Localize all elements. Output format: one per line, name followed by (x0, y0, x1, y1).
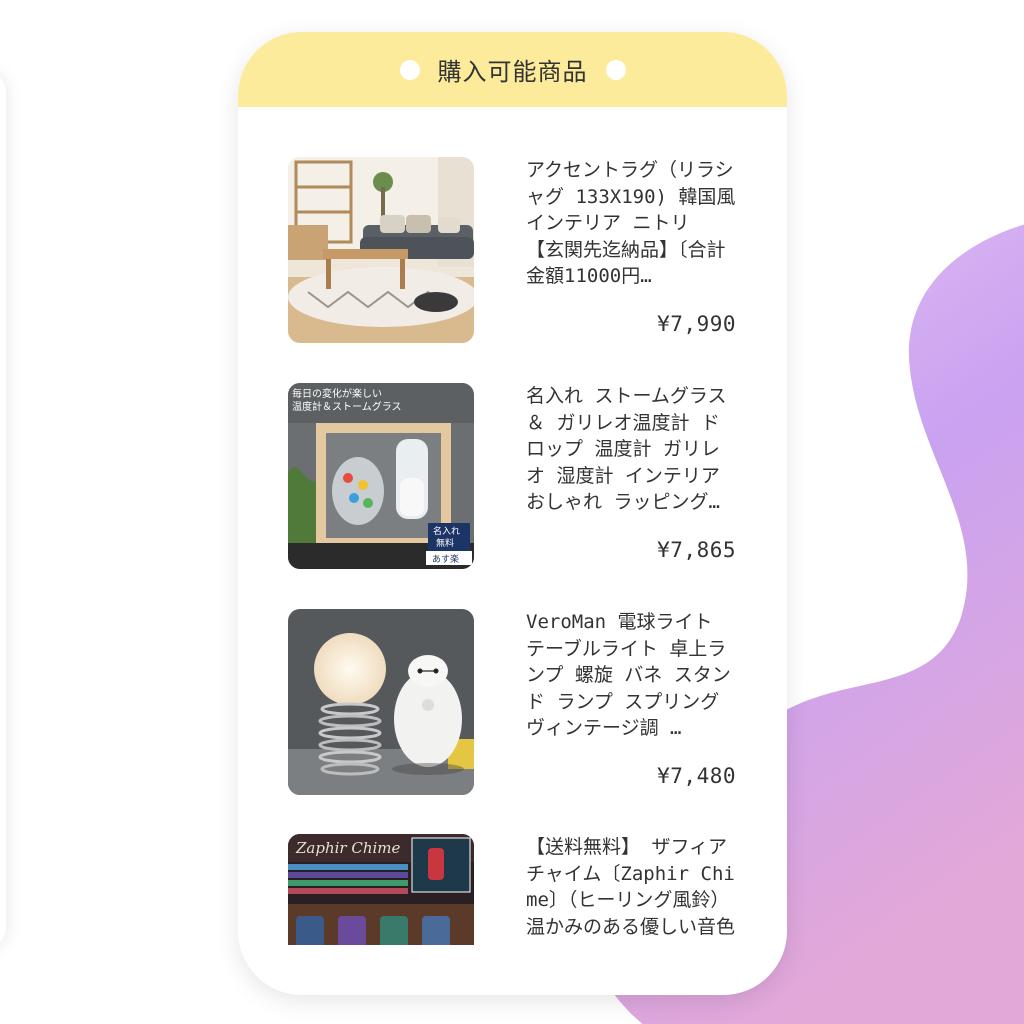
page-title: 購入可能商品 (437, 58, 588, 86)
product-list[interactable]: アクセントラグ（リラシャグ 133X190) 韓国風インテリア ニトリ 【玄関先… (238, 107, 787, 945)
svg-text:無料: 無料 (436, 537, 454, 549)
svg-text:名入れ: 名入れ (433, 525, 460, 537)
product-item[interactable]: Zaphir Chime 【送料無料】 ザフィアチャイム〔Zaphir Chim… (288, 834, 748, 945)
svg-text:毎日の変化が楽しい: 毎日の変化が楽しい (292, 387, 382, 400)
bottom-padding (238, 945, 787, 995)
app-screen: 購入可能商品 アクセントラグ（リラシャグ 133X190) 韓国風インテリア ニ… (0, 0, 1024, 1024)
background-panel-edge (0, 70, 6, 950)
living-room-rug-photo-icon[interactable] (288, 157, 474, 343)
product-item[interactable]: 毎日の変化が楽しい 温度計＆ストームグラス 名入れ 無料 あす楽 名入れ ストー… (288, 383, 748, 571)
product-price: ¥7,480 (657, 764, 736, 788)
svg-text:あす楽: あす楽 (432, 553, 459, 565)
product-price: ¥7,990 (657, 312, 736, 336)
header-bar: 購入可能商品 (238, 32, 787, 107)
product-name[interactable]: 【送料無料】 ザフィアチャイム〔Zaphir Chime〕（ヒーリング風鈴）温か… (526, 834, 738, 940)
product-name[interactable]: VeroMan 電球ライト テーブルライト 卓上ランプ 螺旋 バネ スタンド ラ… (526, 609, 738, 742)
phone-frame: 購入可能商品 アクセントラグ（リラシャグ 133X190) 韓国風インテリア ニ… (238, 32, 787, 995)
product-name[interactable]: アクセントラグ（リラシャグ 133X190) 韓国風インテリア ニトリ 【玄関先… (526, 157, 738, 290)
svg-text:Zaphir Chime: Zaphir Chime (295, 839, 401, 857)
product-item[interactable]: VeroMan 電球ライト テーブルライト 卓上ランプ 螺旋 バネ スタンド ラ… (288, 609, 748, 797)
product-item[interactable]: アクセントラグ（リラシャグ 133X190) 韓国風インテリア ニトリ 【玄関先… (288, 157, 748, 345)
header-dot-left (399, 59, 420, 80)
product-price: ¥7,865 (657, 538, 736, 562)
svg-text:温度計＆ストームグラス: 温度計＆ストームグラス (292, 400, 402, 413)
product-name[interactable]: 名入れ ストームグラス ＆ ガリレオ温度計 ドロップ 温度計 ガリレオ 湿度計 … (526, 383, 738, 516)
storm-glass-thermometer-photo-icon[interactable]: 毎日の変化が楽しい 温度計＆ストームグラス 名入れ 無料 あす楽 (288, 383, 474, 569)
spring-lamp-photo-icon[interactable] (288, 609, 474, 795)
zaphir-chime-photo-icon[interactable]: Zaphir Chime (288, 834, 474, 945)
header-dot-right (605, 59, 626, 80)
